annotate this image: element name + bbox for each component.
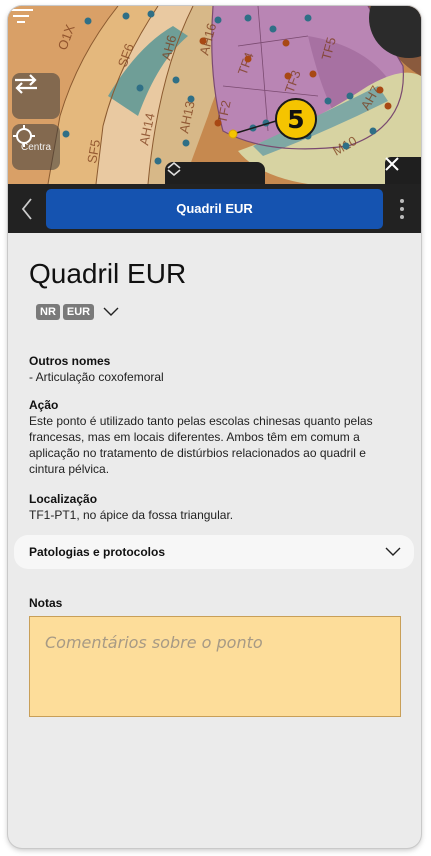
close-panel-button[interactable] (385, 157, 421, 184)
close-icon (385, 157, 399, 171)
panel-grip-handle[interactable] (165, 162, 265, 184)
swap-view-button[interactable] (12, 73, 60, 119)
other-names-section: Outros nomes - Articulação coxofemoral (29, 353, 401, 385)
point-details: Quadril EUR NR EUR Outros nomes - Articu… (8, 233, 421, 848)
kebab-menu-icon (400, 198, 404, 219)
point-number-badge[interactable]: 5 (275, 98, 317, 140)
ear-map[interactable]: O1X SF6 AH6 AH16 TF5 SF5 AH14 AH13 TF2 T… (8, 6, 421, 184)
selected-point-marker[interactable] (228, 129, 238, 139)
filter-icon[interactable] (8, 6, 34, 26)
chevron-up-down-icon (167, 162, 181, 176)
action-heading: Ação (29, 398, 59, 412)
swap-arrows-icon (15, 74, 37, 94)
tag-eur: EUR (62, 304, 95, 320)
chevron-down-icon[interactable] (103, 307, 119, 317)
detail-header: Quadril EUR (8, 184, 421, 233)
notes-textarea[interactable]: Comentários sobre o ponto (29, 616, 401, 717)
location-text: TF1-PT1, no ápice da fossa triangular. (29, 508, 234, 522)
pathologies-accordion[interactable]: Patologias e protocolos (14, 535, 414, 569)
chevron-down-icon (385, 547, 401, 556)
action-section: Ação Este ponto é utilizado tanto pelas … (29, 397, 401, 477)
notes-heading: Notas (29, 596, 63, 610)
crosshair-icon (13, 125, 35, 147)
tag-nr: NR (36, 304, 60, 320)
ear-map-canvas[interactable]: O1X SF6 AH6 AH16 TF5 SF5 AH14 AH13 TF2 T… (8, 6, 421, 184)
device-frame: O1X SF6 AH6 AH16 TF5 SF5 AH14 AH13 TF2 T… (8, 6, 421, 848)
other-names-heading: Outros nomes (29, 354, 111, 368)
recenter-button[interactable]: Centra (12, 124, 60, 170)
header-title: Quadril EUR (46, 188, 383, 229)
location-section: Localização TF1-PT1, no ápice da fossa t… (29, 491, 401, 523)
more-menu-button[interactable] (383, 184, 421, 233)
location-heading: Localização (29, 492, 98, 506)
other-names-text: - Articulação coxofemoral (29, 370, 164, 384)
back-button[interactable] (8, 184, 46, 233)
action-text: Este ponto é utilizado tanto pelas escol… (29, 414, 373, 476)
page-title: Quadril EUR (29, 258, 187, 289)
tag-list[interactable]: NR EUR (36, 304, 119, 320)
pathologies-label: Patologias e protocolos (29, 545, 166, 559)
chevron-left-icon (21, 197, 32, 220)
